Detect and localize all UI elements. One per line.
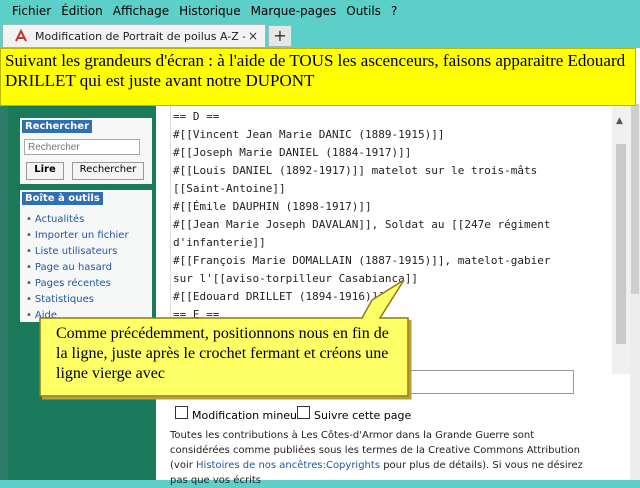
- callout-bubble: [39, 279, 412, 400]
- callout-text: Comme précédemment, positionnons nous en…: [56, 325, 389, 382]
